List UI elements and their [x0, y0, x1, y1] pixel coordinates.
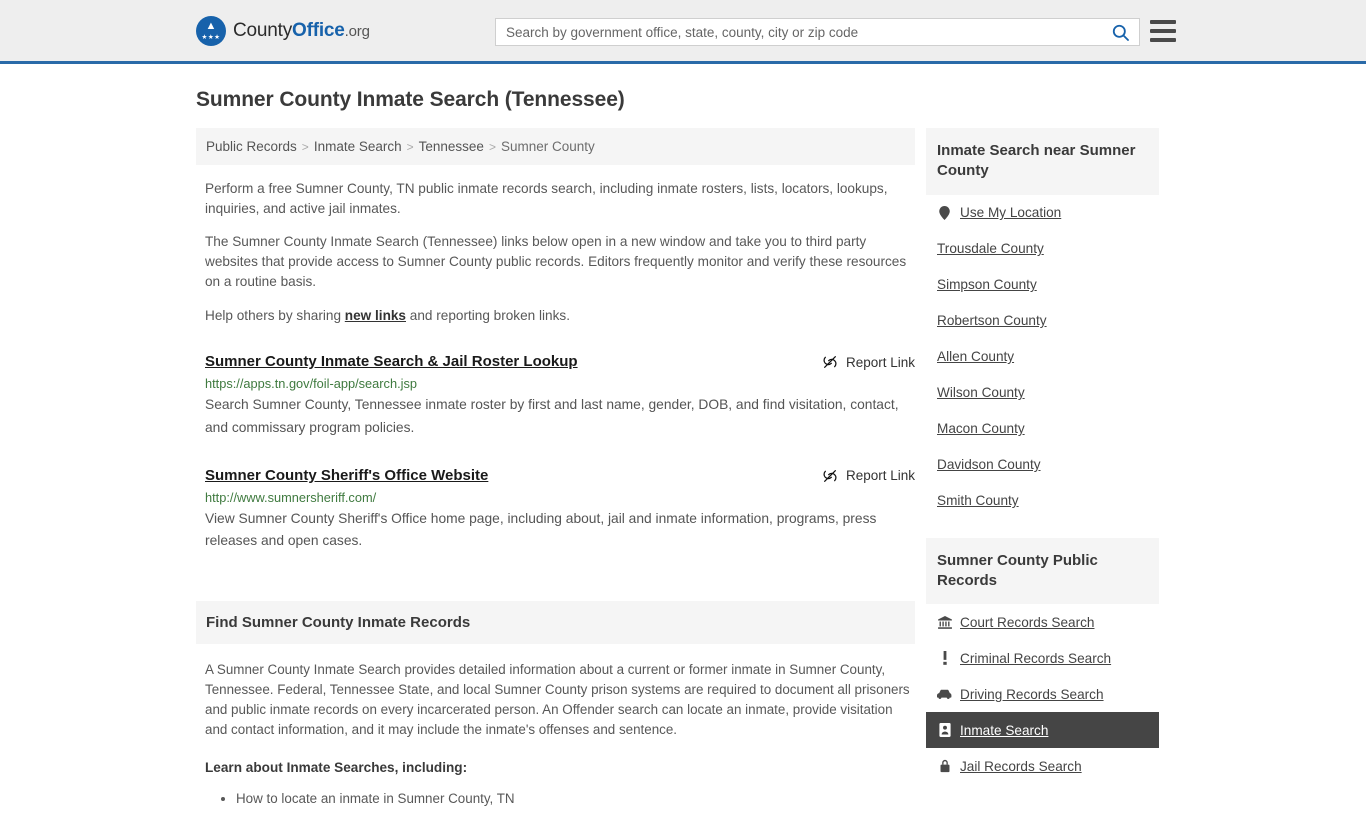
sidebar-item-label[interactable]: Inmate Search: [960, 723, 1048, 738]
intro-paragraph-3: Help others by sharing new links and rep…: [205, 306, 911, 326]
section-bullet-list: How to locate an inmate in Sumner County…: [236, 788, 915, 809]
report-link-button[interactable]: Report Link: [822, 353, 915, 370]
sidebar-item-davidson-county[interactable]: Davidson County: [926, 447, 1159, 483]
hamburger-bar-1: [1150, 20, 1176, 24]
broken-link-icon: [823, 469, 837, 482]
sidebar-nearby-heading: Inmate Search near Sumner County: [926, 128, 1159, 195]
sidebar-item-trousdale-county[interactable]: Trousdale County: [926, 231, 1159, 267]
sidebar-item-label[interactable]: Allen County: [937, 349, 1014, 364]
breadcrumb-item-inmate-search[interactable]: Inmate Search: [314, 139, 402, 154]
hamburger-menu-icon[interactable]: [1150, 20, 1176, 42]
breadcrumb-item-public-records[interactable]: Public Records: [206, 139, 297, 154]
page-title: Sumner County Inmate Search (Tennessee): [196, 88, 625, 111]
sidebar-item-label[interactable]: Davidson County: [937, 457, 1041, 472]
report-link-label: Report Link: [845, 468, 915, 484]
sidebar-item-inmate-search[interactable]: Inmate Search: [926, 712, 1159, 748]
sidebar-nearby-card: Inmate Search near Sumner County Use My …: [926, 128, 1159, 519]
sidebar-item-jail-records-search[interactable]: Jail Records Search: [926, 748, 1159, 784]
logo-text: CountyOffice.org: [233, 20, 370, 42]
section-subheading: Learn about Inmate Searches, including:: [205, 760, 468, 776]
result-title-link[interactable]: Sumner County Sheriff's Office Website: [205, 467, 822, 484]
sidebar-item-smith-county[interactable]: Smith County: [926, 483, 1159, 519]
id-card-icon: [937, 723, 952, 737]
intro-p3-after: and reporting broken links.: [406, 307, 570, 323]
sidebar-item-robertson-county[interactable]: Robertson County: [926, 303, 1159, 339]
new-links-link[interactable]: new links: [345, 308, 406, 323]
exclamation-icon: [937, 651, 952, 665]
sidebar-item-label[interactable]: Trousdale County: [937, 241, 1044, 256]
search-button[interactable]: [1101, 19, 1139, 45]
sidebar-item-court-records-search[interactable]: Court Records Search: [926, 604, 1159, 640]
sidebar-item-allen-county[interactable]: Allen County: [926, 339, 1159, 375]
sidebar-item-label[interactable]: Jail Records Search: [960, 759, 1082, 774]
sidebar-item-driving-records-search[interactable]: Driving Records Search: [926, 676, 1159, 712]
sidebar-item-label[interactable]: Robertson County: [937, 313, 1047, 328]
report-link-button[interactable]: Report Link: [822, 467, 915, 484]
result-item: Sumner County Sheriff's Office Website R…: [205, 467, 915, 553]
breadcrumb-item-tennessee[interactable]: Tennessee: [419, 139, 484, 154]
sidebar-item-wilson-county[interactable]: Wilson County: [926, 375, 1159, 411]
section-body: A Sumner County Inmate Search provides d…: [196, 660, 915, 810]
intro-p3-before: Help others by sharing: [205, 307, 345, 323]
sidebar-item-label[interactable]: Simpson County: [937, 277, 1037, 292]
result-header: Sumner County Inmate Search & Jail Roste…: [205, 353, 915, 370]
site-logo[interactable]: ▲ ★★★ CountyOffice.org: [196, 15, 370, 46]
intro-text: Perform a free Sumner County, TN public …: [196, 179, 915, 325]
broken-link-icon: [823, 356, 837, 369]
intro-paragraph-1: Perform a free Sumner County, TN public …: [205, 181, 888, 216]
section-paragraph: A Sumner County Inmate Search provides d…: [205, 661, 910, 737]
result-title-link[interactable]: Sumner County Inmate Search & Jail Roste…: [205, 353, 822, 370]
sidebar-item-label[interactable]: Macon County: [937, 421, 1025, 436]
result-url: http://www.sumnersheriff.com/: [205, 489, 377, 505]
location-pin-icon: [937, 205, 952, 220]
lock-icon: [937, 759, 952, 773]
intro-paragraph-2: The Sumner County Inmate Search (Tenness…: [205, 234, 907, 289]
content-area: Public Records > Inmate Search > Tennessee > S…: [196, 128, 1170, 814]
result-item: Sumner County Inmate Search & Jail Roste…: [205, 353, 915, 439]
result-url: https://apps.tn.gov/foil-app/search.jsp: [205, 376, 417, 392]
sidebar-records-heading: Sumner County Public Records: [926, 537, 1159, 604]
search-input[interactable]: [496, 19, 1101, 45]
breadcrumb-separator: >: [406, 140, 414, 154]
sidebar: Inmate Search near Sumner County Use My …: [926, 128, 1159, 784]
result-header: Sumner County Sheriff's Office Website R…: [205, 467, 915, 484]
search-bar: [495, 18, 1140, 46]
sidebar-item-label[interactable]: Criminal Records Search: [960, 651, 1111, 666]
list-item: How to locate an inmate in Sumner County…: [236, 788, 915, 809]
breadcrumb-separator: >: [301, 140, 309, 154]
site-header: ▲ ★★★ CountyOffice.org: [0, 0, 1366, 64]
sidebar-item-use-my-location[interactable]: Use My Location: [926, 195, 1159, 231]
main-column: Public Records > Inmate Search > Tennessee > S…: [196, 128, 915, 814]
breadcrumb: Public Records > Inmate Search > Tennessee > S…: [196, 128, 915, 165]
sidebar-records-card: Sumner County Public Records Court Recor…: [926, 537, 1159, 785]
breadcrumb-separator: >: [488, 140, 496, 154]
sidebar-item-simpson-county[interactable]: Simpson County: [926, 267, 1159, 303]
search-icon: [1112, 24, 1129, 41]
sidebar-item-criminal-records-search[interactable]: Criminal Records Search: [926, 640, 1159, 676]
logo-text-office: Office: [292, 19, 345, 41]
sidebar-item-label[interactable]: Court Records Search: [960, 615, 1094, 630]
sidebar-item-label[interactable]: Smith County: [937, 493, 1019, 508]
report-link-label: Report Link: [845, 354, 915, 370]
sidebar-nearby-list: Use My Location Trousdale County Simpson…: [926, 195, 1159, 519]
sidebar-item-label[interactable]: Wilson County: [937, 385, 1025, 400]
page-container: Sumner County Inmate Search (Tennessee) …: [0, 88, 1366, 814]
sidebar-records-list: Court Records Search Criminal Records Se…: [926, 604, 1159, 784]
sidebar-item-label[interactable]: Driving Records Search: [960, 687, 1104, 702]
sidebar-item-label[interactable]: Use My Location: [960, 205, 1061, 220]
courthouse-icon: [937, 615, 952, 629]
result-description: Search Sumner County, Tennessee inmate r…: [205, 397, 899, 435]
hamburger-bar-3: [1150, 38, 1176, 42]
result-description: View Sumner County Sheriff's Office home…: [205, 510, 877, 549]
sidebar-item-macon-county[interactable]: Macon County: [926, 411, 1159, 447]
hamburger-bar-2: [1150, 29, 1176, 33]
section-heading: Find Sumner County Inmate Records: [196, 600, 915, 644]
logo-text-tld: .org: [344, 22, 370, 40]
logo-text-county: County: [233, 19, 293, 41]
car-icon: [937, 689, 952, 700]
logo-eagle-icon: ▲ ★★★: [196, 15, 226, 46]
breadcrumb-item-sumner-county: Sumner County: [500, 139, 595, 154]
